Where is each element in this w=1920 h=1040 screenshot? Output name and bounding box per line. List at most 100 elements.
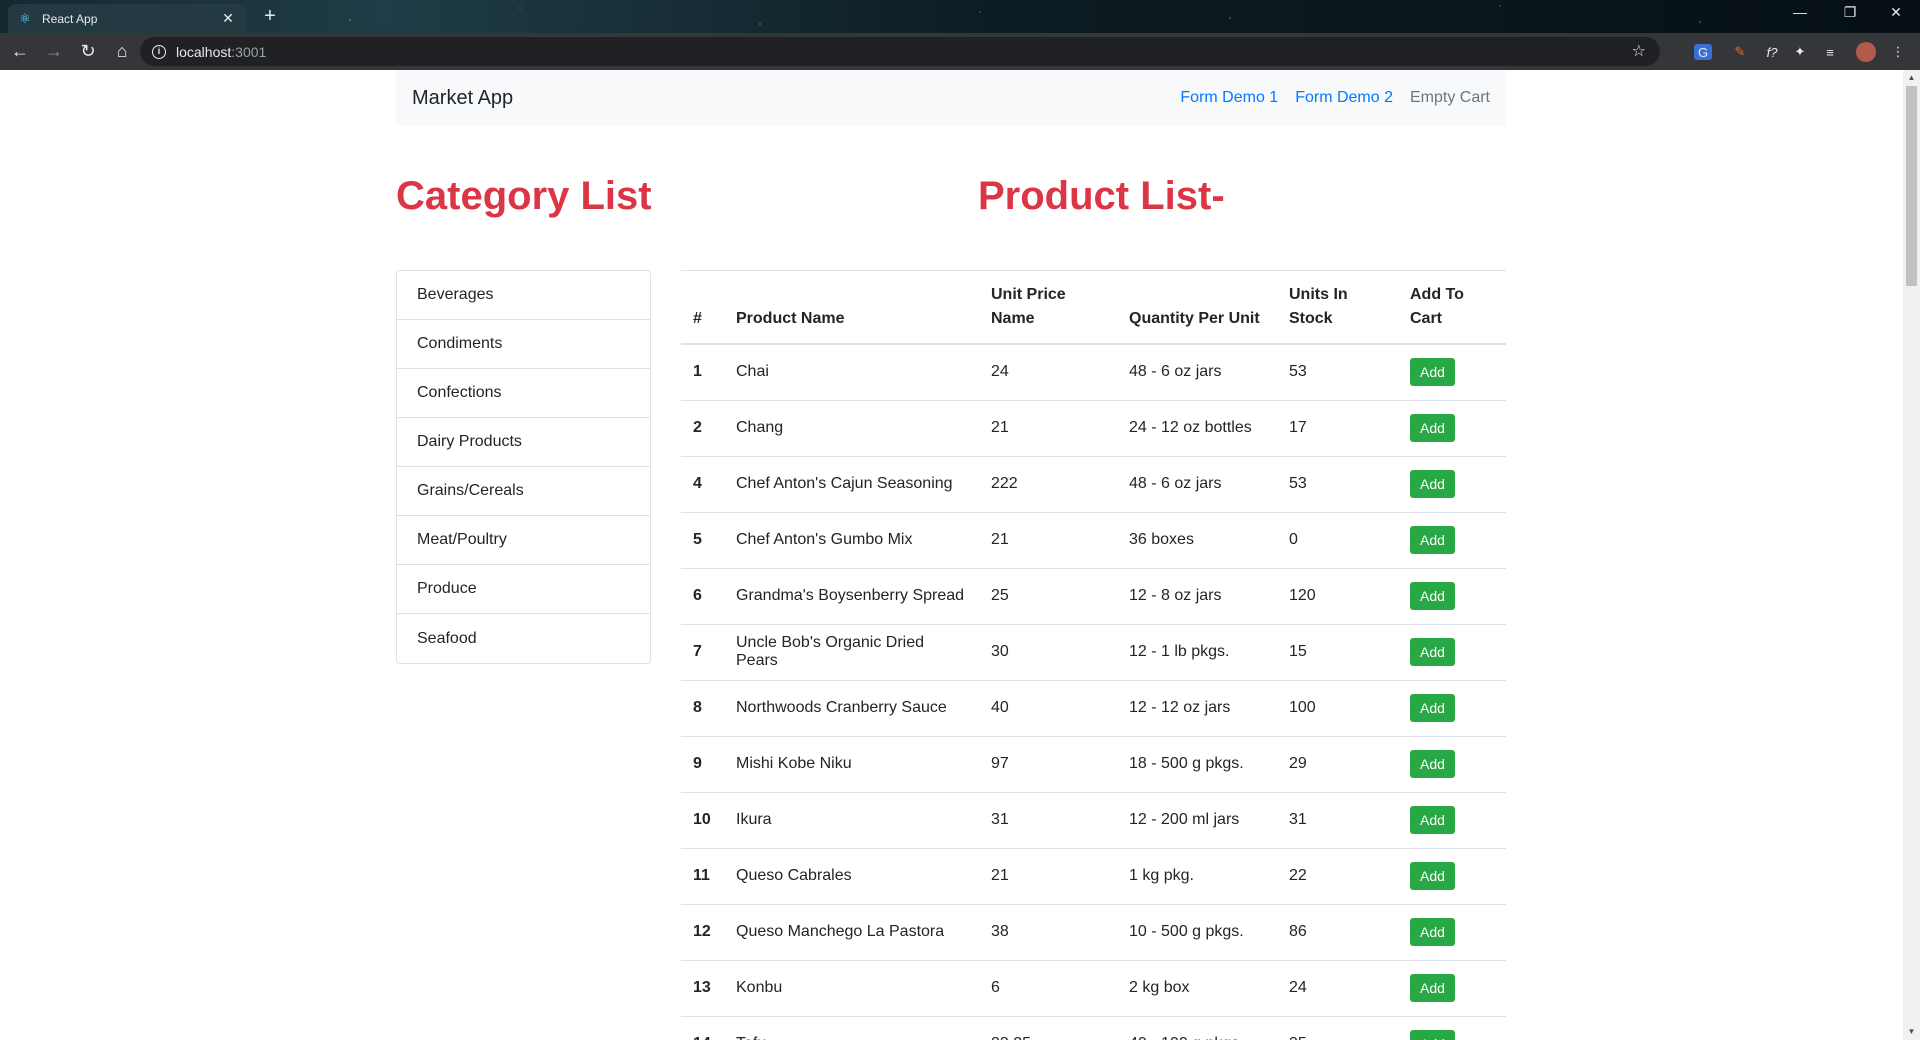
- site-info-icon[interactable]: i: [152, 44, 166, 59]
- cell-unit-price: 97: [979, 735, 1117, 792]
- new-tab-button[interactable]: +: [258, 5, 282, 28]
- nav-link-form-demo-2[interactable]: Form Demo 2: [1295, 89, 1393, 107]
- add-to-cart-button[interactable]: Add: [1410, 414, 1455, 442]
- add-to-cart-button[interactable]: Add: [1410, 526, 1455, 554]
- cell-units-in-stock: 29: [1277, 735, 1398, 792]
- cell-quantity-per-unit: 18 - 500 g pkgs.: [1117, 735, 1277, 792]
- table-row: 12 Queso Manchego La Pastora 38 10 - 500 g …: [681, 903, 1506, 960]
- add-to-cart-button[interactable]: Add: [1410, 1030, 1455, 1040]
- add-to-cart-button[interactable]: Add: [1410, 862, 1455, 890]
- address-bar[interactable]: i localhost:3001 ☆: [140, 37, 1660, 66]
- back-button[interactable]: ←: [4, 36, 36, 68]
- cell-add-to-cart: Add: [1398, 567, 1506, 624]
- cell-units-in-stock: 15: [1277, 623, 1398, 680]
- cell-units-in-stock: 53: [1277, 343, 1398, 400]
- cell-add-to-cart: Add: [1398, 399, 1506, 456]
- cell-units-in-stock: 100: [1277, 679, 1398, 736]
- table-row: 5 Chef Anton's Gumbo Mix 21 36 boxes 0 Add: [681, 511, 1506, 568]
- scroll-down-arrow-icon[interactable]: ▼: [1903, 1024, 1920, 1040]
- cell-quantity-per-unit: 1 kg pkg.: [1117, 847, 1277, 904]
- cell-units-in-stock: 53: [1277, 455, 1398, 512]
- table-header-row: # Product Name Unit Price Name Quantity …: [681, 270, 1506, 345]
- add-to-cart-button[interactable]: Add: [1410, 358, 1455, 387]
- minimize-button[interactable]: —: [1780, 4, 1820, 20]
- table-row: 1 Chai 24 48 - 6 oz jars 53 Add: [681, 343, 1506, 400]
- table-row: 11 Queso Cabrales 21 1 kg pkg. 22 Add: [681, 847, 1506, 904]
- scroll-up-arrow-icon[interactable]: ▲: [1903, 70, 1920, 86]
- table-row: 2 Chang 21 24 - 12 oz bottles 17 Add: [681, 399, 1506, 456]
- close-window-button[interactable]: ✕: [1876, 4, 1916, 21]
- product-list-title: Product List-: [978, 174, 1225, 218]
- cell-unit-price: 21: [979, 399, 1117, 456]
- cell-quantity-per-unit: 48 - 6 oz jars: [1117, 343, 1277, 400]
- forward-button[interactable]: →: [38, 36, 70, 68]
- cell-unit-price: 21: [979, 847, 1117, 904]
- table-row: 14Tofu23.2540 - 100 g pkgs.35 Add: [681, 1015, 1506, 1040]
- add-to-cart-button[interactable]: Add: [1410, 638, 1455, 666]
- add-to-cart-button[interactable]: Add: [1410, 918, 1455, 946]
- cell-add-to-cart: Add: [1398, 455, 1506, 512]
- category-item-seafood[interactable]: Seafood: [397, 614, 650, 663]
- bookmark-star-icon[interactable]: ☆: [1632, 41, 1646, 61]
- cell-quantity-per-unit: 36 boxes: [1117, 511, 1277, 568]
- cell-units-in-stock: 24: [1277, 959, 1398, 1016]
- cell-quantity-per-unit: 48 - 6 oz jars: [1117, 455, 1277, 512]
- add-to-cart-button[interactable]: Add: [1410, 582, 1455, 610]
- cell-product-name: Chef Anton's Gumbo Mix: [724, 511, 979, 568]
- cell-number: 1: [681, 343, 724, 400]
- add-to-cart-button[interactable]: Add: [1410, 806, 1455, 834]
- cell-quantity-per-unit: 12 - 12 oz jars: [1117, 679, 1277, 736]
- cell-unit-price: 38: [979, 903, 1117, 960]
- profile-avatar[interactable]: [1856, 42, 1876, 62]
- cell-add-to-cart: Add: [1398, 735, 1506, 792]
- header-quantity-per-unit: Quantity Per Unit: [1117, 270, 1277, 345]
- nav-link-empty-cart[interactable]: Empty Cart: [1410, 89, 1490, 107]
- cell-product-name: Chai: [724, 343, 979, 400]
- cell-product-name: Chef Anton's Cajun Seasoning: [724, 455, 979, 512]
- nav-link-form-demo-1[interactable]: Form Demo 1: [1180, 89, 1278, 107]
- cell-product-name: Tofu: [724, 1015, 979, 1040]
- reading-list-icon[interactable]: ≡: [1820, 42, 1840, 62]
- category-item-produce[interactable]: Produce: [397, 565, 650, 614]
- cell-units-in-stock: 86: [1277, 903, 1398, 960]
- category-item-condiments[interactable]: Condiments: [397, 320, 650, 369]
- category-item-beverages[interactable]: Beverages: [397, 271, 650, 320]
- product-table-wrapper: # Product Name Unit Price Name Quantity …: [681, 270, 1506, 1040]
- add-to-cart-button[interactable]: Add: [1410, 694, 1455, 722]
- cell-number: 2: [681, 399, 724, 456]
- cell-product-name: Uncle Bob's Organic Dried Pears: [724, 623, 979, 680]
- navbar-brand[interactable]: Market App: [412, 87, 513, 110]
- table-row: 9 Mishi Kobe Niku 97 18 - 500 g pkgs. 29 Add: [681, 735, 1506, 792]
- extension-icon[interactable]: ✎: [1730, 42, 1750, 62]
- cell-unit-price: 21: [979, 511, 1117, 568]
- restore-button[interactable]: ❐: [1830, 4, 1870, 21]
- menu-kebab-icon[interactable]: ⋮: [1888, 42, 1908, 62]
- cell-number: 9: [681, 735, 724, 792]
- cell-quantity-per-unit: 12 - 8 oz jars: [1117, 567, 1277, 624]
- page-scrollbar[interactable]: ▲ ▼: [1903, 70, 1920, 1040]
- category-item-dairy-products[interactable]: Dairy Products: [397, 418, 650, 467]
- cell-unit-price: 23.25: [979, 1015, 1117, 1040]
- category-item-grains-cereals[interactable]: Grains/Cereals: [397, 467, 650, 516]
- browser-tab[interactable]: ⚛ React App ✕: [8, 4, 246, 33]
- translate-extension-icon[interactable]: G: [1694, 44, 1712, 60]
- reload-button[interactable]: ↻: [72, 36, 104, 68]
- react-icon: ⚛: [19, 10, 31, 26]
- close-tab-icon[interactable]: ✕: [220, 10, 236, 27]
- product-table: # Product Name Unit Price Name Quantity …: [681, 270, 1506, 1040]
- scroll-thumb[interactable]: [1906, 86, 1917, 286]
- home-button[interactable]: ⌂: [106, 36, 138, 68]
- cell-product-name: Queso Cabrales: [724, 847, 979, 904]
- extensions-puzzle-icon[interactable]: ✦: [1790, 42, 1810, 62]
- cell-quantity-per-unit: 40 - 100 g pkgs.: [1117, 1015, 1277, 1040]
- cell-number: 13: [681, 959, 724, 1016]
- add-to-cart-button[interactable]: Add: [1410, 750, 1455, 778]
- cell-add-to-cart: Add: [1398, 903, 1506, 960]
- add-to-cart-button[interactable]: Add: [1410, 974, 1455, 1002]
- category-item-confections[interactable]: Confections: [397, 369, 650, 418]
- formula-extension-icon[interactable]: f?: [1762, 42, 1782, 62]
- add-to-cart-button[interactable]: Add: [1410, 470, 1455, 498]
- cell-units-in-stock: 120: [1277, 567, 1398, 624]
- category-item-meat-poultry[interactable]: Meat/Poultry: [397, 516, 650, 565]
- cell-add-to-cart: Add: [1398, 1015, 1506, 1040]
